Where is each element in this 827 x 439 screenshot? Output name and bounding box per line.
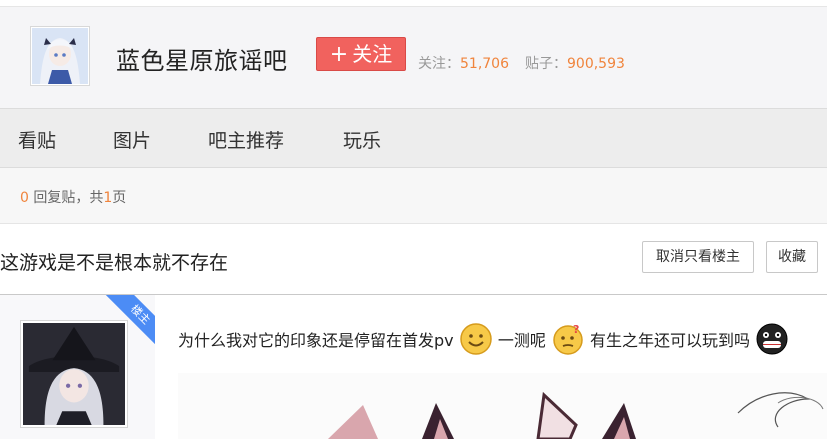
thread-title: 这游戏是不是根本就不存在 xyxy=(0,252,229,274)
posts-count: 900,593 xyxy=(567,56,625,72)
post-text-part-1: 为什么我对它的印象还是停留在首发pv xyxy=(178,331,454,350)
only-op-toggle-button[interactable]: 取消只看楼主 xyxy=(642,241,754,273)
reply-count: 0 xyxy=(20,190,29,206)
post-text: 为什么我对它的印象还是停留在首发pv 一测呢 ? 有生之年还可以玩到吗 xyxy=(178,322,789,362)
forum-avatar[interactable] xyxy=(30,26,90,86)
grin-black-emoji-icon xyxy=(756,323,788,355)
nav-tab-fun[interactable]: 玩乐 xyxy=(343,126,381,153)
post-content: 为什么我对它的印象还是停留在首发pv 一测呢 ? 有生之年还可以玩到吗 xyxy=(178,295,827,439)
post-text-part-2: 一测呢 xyxy=(497,331,546,350)
posts-label: 贴子： xyxy=(525,56,567,72)
svg-text:?: ? xyxy=(573,323,579,336)
page-count: 1 xyxy=(103,190,113,206)
author-avatar[interactable] xyxy=(20,320,128,428)
forum-header: 蓝色星原旅谣吧 + 关注 关注：51,706 贴子：900,593 xyxy=(0,7,827,109)
thread-title-bar: 这游戏是不是根本就不存在 取消只看楼主 收藏 xyxy=(0,224,827,295)
followers-label: 关注： xyxy=(418,56,460,72)
confused-emoji-icon: ? xyxy=(553,323,583,355)
follow-label: 关注 xyxy=(352,42,393,66)
nav-tab-posts[interactable]: 看贴 xyxy=(18,126,56,153)
forum-nav: 看贴 图片 吧主推荐 玩乐 xyxy=(0,109,827,168)
favorite-button[interactable]: 收藏 xyxy=(766,241,818,273)
forum-stats: 关注：51,706 贴子：900,593 xyxy=(418,53,625,73)
plus-icon: + xyxy=(329,42,349,67)
post-image[interactable] xyxy=(178,373,827,439)
nav-tab-recommended[interactable]: 吧主推荐 xyxy=(208,126,284,153)
reply-info-bar: 0 回复贴，共1页 xyxy=(0,168,827,224)
follow-button[interactable]: + 关注 xyxy=(316,37,406,71)
followers-count: 51,706 xyxy=(460,56,509,72)
post: 楼主 为什么我对它的印象还是停留在首发pv 一测呢 ? 有生之年还可以玩到吗 xyxy=(0,295,827,439)
smile-emoji-icon xyxy=(459,323,492,355)
top-divider xyxy=(0,0,827,7)
page-text: 页 xyxy=(112,190,127,206)
post-text-part-3: 有生之年还可以玩到吗 xyxy=(590,331,751,350)
reply-info: 0 回复贴，共1页 xyxy=(20,187,126,207)
author-column: 楼主 xyxy=(0,295,155,439)
reply-text: 回复贴，共 xyxy=(33,190,104,206)
nav-tab-images[interactable]: 图片 xyxy=(113,126,151,153)
forum-name[interactable]: 蓝色星原旅谣吧 xyxy=(116,41,288,76)
